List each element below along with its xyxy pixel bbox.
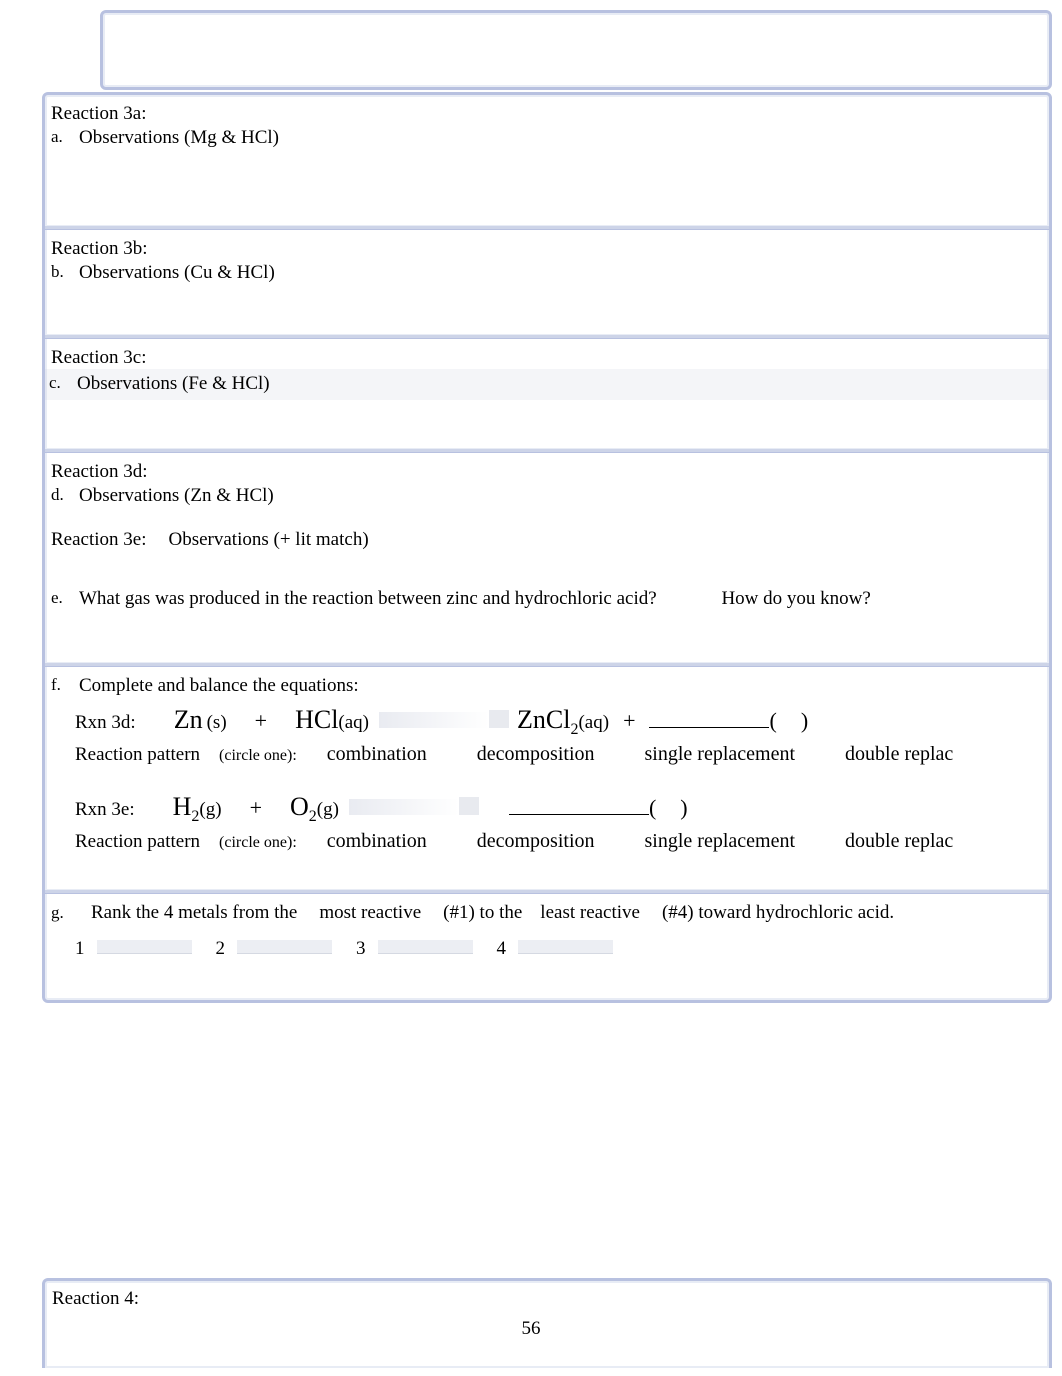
marker-d: d. [51, 483, 79, 510]
main-content-box: Reaction 3a: a. Observations (Mg & HCl) … [42, 92, 1052, 1003]
opt-decomposition[interactable]: decomposition [477, 830, 595, 853]
obs-3e-label: Observations (+ lit match) [169, 527, 369, 554]
section-f: f. Complete and balance the equations: R… [45, 667, 1049, 881]
rxn3e-reactant2: O2 [290, 792, 317, 826]
reaction-3b-title: Reaction 3b: [45, 238, 1049, 260]
reaction-4-title: Reaction 4: [52, 1288, 139, 1310]
q-g-part4: least reactive [540, 902, 640, 924]
reaction-3c-title: Reaction 3c: [45, 347, 1049, 369]
opt-single-replacement[interactable]: single replacement [645, 743, 796, 766]
rxn3d-state1: (s) [207, 712, 227, 734]
pattern-label: Reaction pattern [75, 831, 200, 852]
rank-3-label: 3 [356, 938, 366, 960]
rxn3e-label: Rxn 3e: [75, 799, 135, 821]
opt-double-replacement[interactable]: double replac [845, 830, 953, 853]
q-e-text: What gas was produced in the reaction be… [79, 588, 657, 609]
section-3b: Reaction 3b: b. Observations (Cu & HCl) [45, 230, 1049, 327]
rxn3d-product1-state: (aq) [578, 712, 609, 734]
rxn3e-state1: (g) [199, 799, 221, 821]
opt-combination[interactable]: combination [327, 830, 427, 853]
q-g-part3: (#1) to the [443, 902, 522, 924]
marker-g: g. [51, 903, 79, 923]
reaction-3e-title: Reaction 3e: [51, 527, 147, 554]
smudge-icon [459, 797, 479, 815]
pattern-line-3e: Reaction pattern (circle one): combinati… [45, 830, 1049, 853]
rxn3e-state2: (g) [317, 799, 339, 821]
rank-2-label: 2 [216, 938, 226, 960]
plus-icon: + [255, 708, 267, 734]
q-f-text: Complete and balance the equations: [79, 675, 359, 697]
equation-rxn3e[interactable]: Rxn 3e: H2 (g) + O2 (g) ( [45, 784, 1049, 830]
pattern-hint: (circle one): [219, 834, 297, 851]
opt-combination[interactable]: combination [327, 743, 427, 766]
rxn3d-product1: ZnCl2 [517, 705, 578, 739]
smudge-icon [489, 710, 509, 728]
rxn3e-reactant1: H2 [173, 792, 200, 826]
reaction-3a-title: Reaction 3a: [45, 103, 1049, 125]
opt-double-replacement[interactable]: double replac [845, 743, 953, 766]
plus-icon: + [623, 708, 635, 734]
arrow-smudge-icon [379, 712, 489, 728]
section-g: g. Rank the 4 metals from the most react… [45, 894, 1049, 970]
rxn3d-reactant1: Zn [174, 705, 203, 735]
section-3d: Reaction 3d: d. Observations (Zn & HCl) … [45, 453, 1049, 654]
obs-3b-space[interactable] [45, 286, 1049, 316]
obs-3b-label: Observations (Cu & HCl) [79, 260, 275, 287]
equation-rxn3d[interactable]: Rxn 3d: Zn (s) + HCl (aq) ZnCl2 (aq) + [45, 697, 1049, 743]
obs-3a-label: Observations (Mg & HCl) [79, 125, 279, 152]
pattern-line-3d: Reaction pattern (circle one): combinati… [45, 743, 1049, 766]
marker-c: c. [49, 371, 77, 398]
rank-1-blank[interactable] [97, 940, 192, 954]
obs-3c-space[interactable] [45, 400, 1049, 430]
marker-a: a. [51, 125, 79, 152]
obs-3c-label: Observations (Fe & HCl) [77, 371, 270, 398]
rxn3e-blank-product[interactable] [509, 796, 649, 815]
marker-f: f. [51, 675, 79, 697]
opt-single-replacement[interactable]: single replacement [645, 830, 796, 853]
q-g-part1: Rank the 4 metals from the [91, 902, 297, 924]
marker-e: e. [51, 588, 79, 610]
rank-4-label: 4 [497, 938, 507, 960]
pattern-hint: (circle one): [219, 747, 297, 764]
rank-2-blank[interactable] [237, 940, 332, 954]
pattern-label: Reaction pattern [75, 744, 200, 765]
top-empty-box [100, 10, 1052, 90]
paren-open: ( [769, 708, 776, 734]
rank-1-label: 1 [75, 938, 85, 960]
obs-3d-label: Observations (Zn & HCl) [79, 483, 274, 510]
section-3a: Reaction 3a: a. Observations (Mg & HCl) [45, 95, 1049, 217]
section-3c: Reaction 3c: c. Observations (Fe & HCl) [45, 339, 1049, 440]
rank-row: 1 2 3 4 [45, 938, 1049, 960]
paren-close: ) [801, 708, 808, 734]
rank-3-blank[interactable] [378, 940, 473, 954]
rank-4-blank[interactable] [518, 940, 613, 954]
obs-3a-space[interactable] [45, 152, 1049, 207]
q-g-part5: (#4) toward hydrochloric acid. [662, 902, 894, 924]
paren-close: ) [680, 795, 687, 821]
q-g-part2: most reactive [319, 902, 421, 924]
rxn3d-label: Rxn 3d: [75, 712, 136, 734]
page-number: 56 [0, 1318, 1062, 1340]
paren-open: ( [649, 795, 656, 821]
plus-icon: + [250, 795, 262, 821]
opt-decomposition[interactable]: decomposition [477, 743, 595, 766]
rxn3d-reactant2: HCl [295, 705, 338, 735]
q-e-extra: How do you know? [721, 588, 870, 609]
rxn3d-blank-product[interactable] [649, 709, 769, 728]
reaction-3d-title: Reaction 3d: [45, 461, 1049, 483]
arrow-smudge-icon [349, 799, 459, 815]
marker-b: b. [51, 260, 79, 287]
rxn3d-state2: (aq) [338, 712, 369, 734]
